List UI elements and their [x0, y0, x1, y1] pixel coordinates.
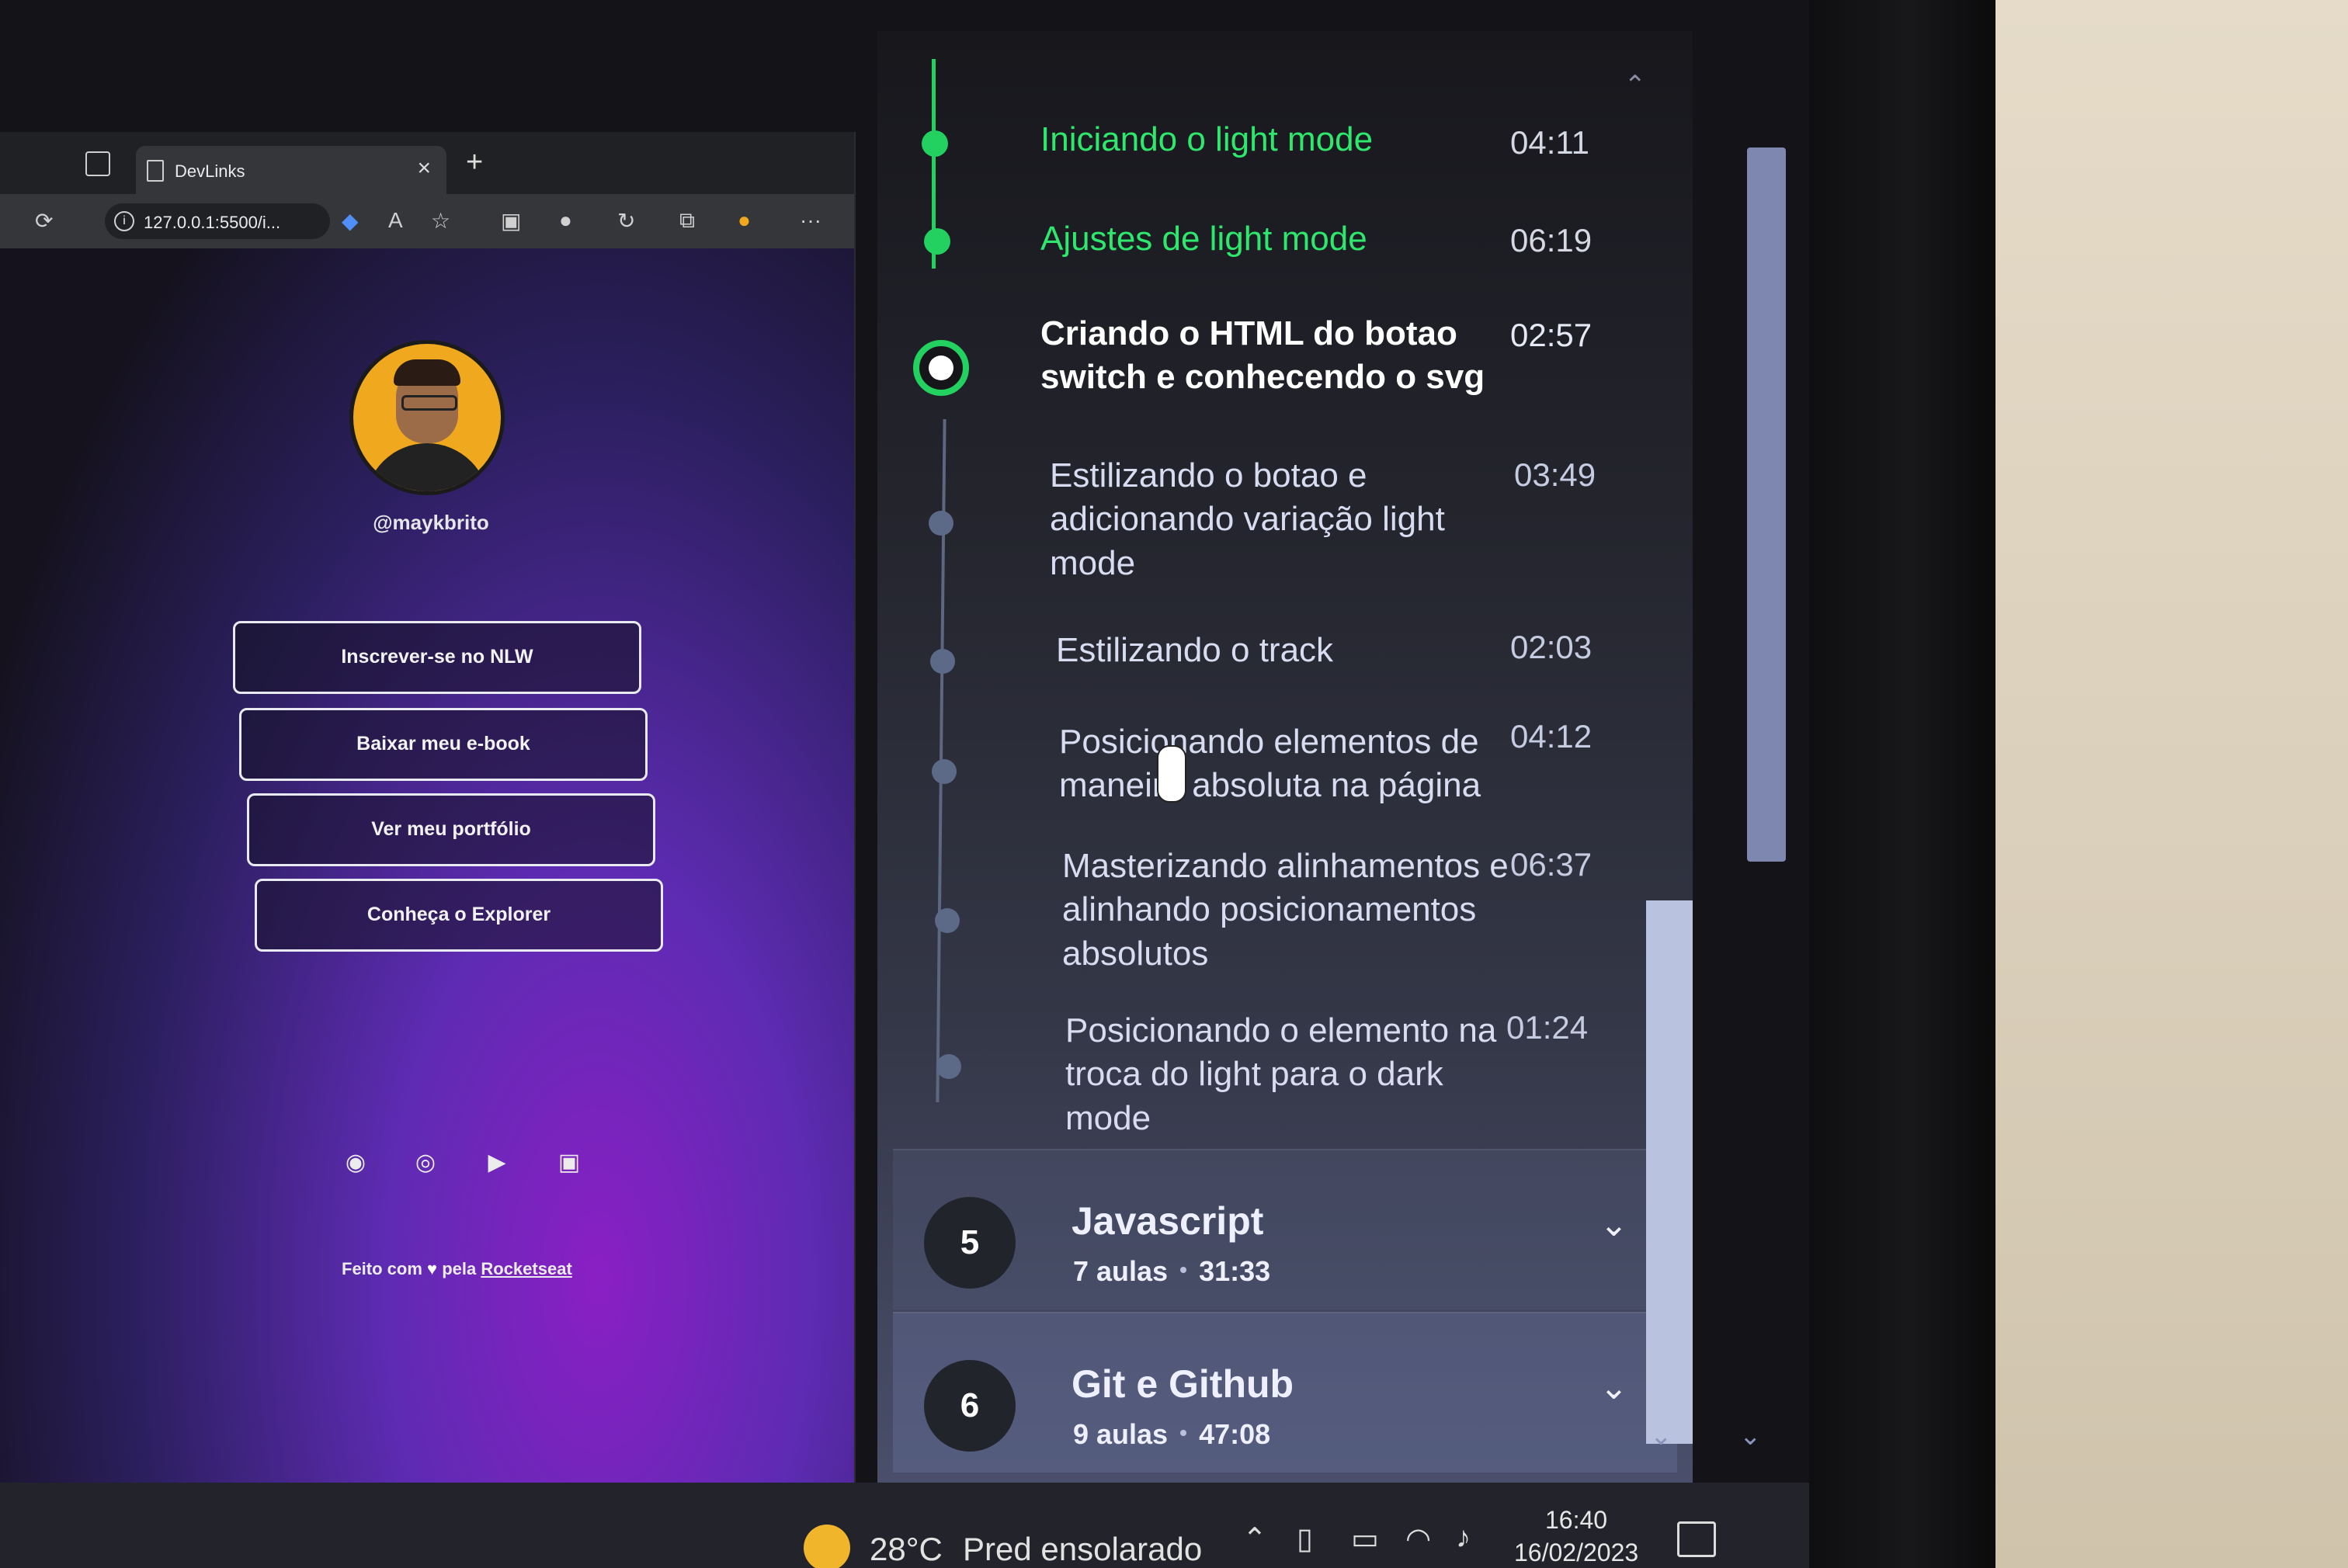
lesson-title[interactable]: Posicionando elementos de maneira absolu…	[1059, 720, 1494, 808]
lesson-title[interactable]: Criando o HTML do botao switch e conhece…	[1040, 312, 1506, 400]
page-scrollbar-thumb[interactable]	[1747, 147, 1786, 862]
module-title: Git e Github	[1072, 1362, 1294, 1406]
battery-icon[interactable]: ▭	[1351, 1521, 1379, 1556]
tab-actions-icon[interactable]	[85, 151, 110, 176]
lesson-duration: 04:11	[1510, 124, 1589, 161]
lesson-status-pending	[929, 511, 953, 536]
favorite-icon[interactable]: ☆	[431, 208, 450, 234]
clock-date[interactable]: 16/02/2023	[1514, 1539, 1638, 1567]
footer-prefix: Feito com	[342, 1259, 422, 1278]
footer: Feito com ♥ pela Rocketseat	[342, 1259, 572, 1279]
lesson-status-pending	[932, 759, 957, 784]
browser-toolbar: ⟳ i 127.0.0.1:5500/i... ◆ A ☆ ▣ ● ↻ ⧉ ● …	[0, 194, 854, 248]
page-icon	[147, 160, 164, 182]
linkedin-icon[interactable]: ▣	[555, 1149, 583, 1177]
instagram-icon[interactable]: ◎	[412, 1149, 439, 1177]
weather-sun-icon[interactable]	[804, 1525, 850, 1568]
device-icon[interactable]: ▯	[1297, 1521, 1313, 1556]
monitor-screen: DevLinks × + ⟳ i 127.0.0.1:5500/i... ◆ A…	[0, 0, 1809, 1568]
lesson-title[interactable]: Posicionando o elemento na troca do ligh…	[1065, 1009, 1516, 1140]
module-number: 5	[924, 1197, 1016, 1289]
youtube-icon[interactable]: ▶	[483, 1149, 511, 1177]
link-inscrever-nlw[interactable]: Inscrever-se no NLW	[233, 621, 641, 694]
rocketseat-link[interactable]: Rocketseat	[481, 1259, 571, 1278]
lesson-title[interactable]: Estilizando o track	[1056, 629, 1537, 672]
notification-icon[interactable]	[1677, 1521, 1716, 1557]
browser-window: DevLinks × + ⟳ i 127.0.0.1:5500/i... ◆ A…	[0, 132, 856, 1483]
module-meta: 9 aulas 47:08	[1073, 1418, 1270, 1451]
refresh-extension-icon[interactable]: ↻	[617, 208, 635, 234]
scroll-down-icon[interactable]: ⌄	[1650, 1421, 1672, 1452]
module-duration: 47:08	[1199, 1418, 1271, 1450]
lesson-duration: 03:49	[1514, 456, 1596, 493]
module-number: 6	[924, 1360, 1016, 1452]
module-duration: 31:33	[1199, 1255, 1271, 1287]
lesson-title[interactable]: Ajustes de light mode	[1040, 217, 1522, 261]
taskbar: 28°C Pred ensolarado ⌃ ▯ ▭ ◠ ♪ 16:40 16/…	[0, 1483, 1809, 1568]
info-icon[interactable]: i	[114, 211, 134, 231]
lesson-duration: 06:19	[1510, 222, 1593, 258]
lesson-duration: 02:03	[1510, 629, 1593, 665]
mouse-cursor	[1157, 745, 1186, 803]
weather-description[interactable]: Pred ensolarado	[963, 1531, 1202, 1568]
tab-title: DevLinks	[175, 161, 245, 181]
wall-background	[1972, 0, 2348, 1568]
module-git-github[interactable]: 6 Git e Github 9 aulas 47:08 ⌄	[893, 1312, 1677, 1473]
chevron-up-icon[interactable]: ⌃	[1242, 1521, 1267, 1556]
chevron-down-icon[interactable]: ⌄	[1599, 1205, 1628, 1244]
chevron-down-icon[interactable]: ⌄	[1599, 1368, 1628, 1407]
collections-icon[interactable]: ⧉	[679, 208, 695, 234]
reload-icon[interactable]: ⟳	[35, 208, 53, 234]
lesson-title[interactable]: Masterizando alinhamentos e alinhando po…	[1062, 845, 1513, 976]
weather-temperature[interactable]: 28°C	[870, 1531, 943, 1568]
lesson-duration: 06:37	[1510, 846, 1593, 883]
close-tab-icon[interactable]: ×	[417, 155, 431, 182]
heart-icon: ♥	[427, 1259, 438, 1278]
lesson-duration: 04:12	[1510, 718, 1593, 755]
lesson-status-current	[913, 340, 969, 396]
tab-bar: DevLinks × +	[0, 132, 854, 194]
module-lesson-count: 7 aulas	[1073, 1255, 1169, 1287]
lesson-duration: 02:57	[1510, 317, 1593, 353]
lesson-status-done	[924, 228, 950, 255]
github-icon[interactable]: ◉	[342, 1149, 370, 1177]
more-options-icon[interactable]: ···	[800, 208, 821, 233]
lesson-status-pending	[936, 1054, 961, 1079]
link-baixar-ebook[interactable]: Baixar meu e-book	[239, 708, 648, 781]
lesson-status-pending	[935, 908, 960, 933]
wifi-icon[interactable]: ◠	[1405, 1521, 1431, 1556]
tab-devlinks[interactable]: DevLinks ×	[136, 146, 446, 194]
course-lessons-panel: ⌃ Iniciando o light mode 04:11 Ajustes d…	[877, 31, 1693, 1552]
scroll-down-icon[interactable]: ⌄	[1739, 1421, 1762, 1452]
lesson-status-done	[922, 130, 948, 157]
lesson-title[interactable]: Iniciando o light mode	[1040, 118, 1522, 161]
address-bar[interactable]: i 127.0.0.1:5500/i...	[105, 203, 330, 239]
extension-shield-icon[interactable]: ◆	[342, 208, 359, 234]
split-screen-icon[interactable]: ▣	[501, 208, 521, 234]
read-aloud-icon[interactable]: A	[388, 208, 403, 233]
inner-scrollbar[interactable]	[1646, 900, 1693, 1444]
module-lesson-count: 9 aulas	[1073, 1418, 1169, 1450]
profile-avatar-icon[interactable]: ●	[738, 208, 751, 233]
module-title: Javascript	[1072, 1199, 1264, 1243]
link-ver-portfolio[interactable]: Ver meu portfólio	[247, 793, 655, 866]
new-tab-icon[interactable]: +	[466, 146, 483, 179]
monitor-bezel	[1778, 0, 1995, 1568]
lesson-duration: 01:24	[1506, 1009, 1589, 1046]
lesson-title[interactable]: Estilizando o botao e adicionando variaç…	[1050, 454, 1485, 585]
clock-time[interactable]: 16:40	[1545, 1506, 1607, 1535]
volume-icon[interactable]: ♪	[1456, 1521, 1471, 1555]
extension-icon[interactable]: ●	[559, 208, 572, 233]
module-meta: 7 aulas 31:33	[1073, 1255, 1270, 1288]
avatar	[349, 340, 505, 495]
module-javascript[interactable]: 5 Javascript 7 aulas 31:33 ⌄	[893, 1149, 1677, 1310]
link-conheca-explorer[interactable]: Conheça o Explorer	[255, 879, 663, 952]
chevron-up-icon[interactable]: ⌃	[1624, 70, 1647, 101]
devlinks-page: @maykbrito Inscrever-se no NLW Baixar me…	[0, 248, 854, 1483]
username: @maykbrito	[373, 511, 489, 534]
footer-middle: pela	[442, 1259, 477, 1278]
url-text: 127.0.0.1:5500/i...	[144, 213, 281, 232]
lesson-status-pending	[930, 649, 955, 674]
